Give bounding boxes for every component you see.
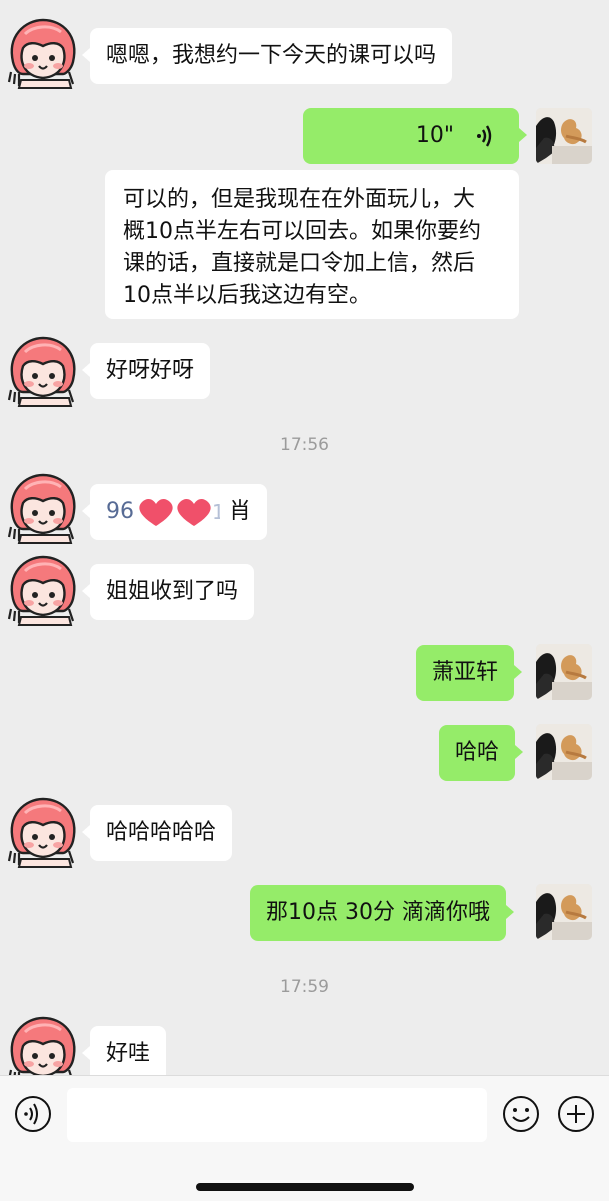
my-avatar[interactable] [536, 644, 592, 700]
message-text: 好呀好呀 [106, 358, 195, 383]
message-bubble-received[interactable]: 姐姐收到了吗 [81, 564, 255, 620]
voice-wave-icon[interactable] [14, 1095, 52, 1133]
phone-number-faint: 1 [212, 500, 220, 524]
plus-icon[interactable] [557, 1095, 595, 1133]
heart-redaction-icon: 1 [139, 498, 220, 526]
message-bubble-sent[interactable]: 那10点 30分 滴滴你哦 [250, 885, 514, 941]
message-line: 课的话，直接就是口令加上信，然后 [123, 251, 476, 276]
chat-area[interactable]: 嗯嗯，我想约一下今天的课可以吗 10" 可以的，但是我现在在外面玩儿，大 概10… [0, 0, 609, 1075]
message-bubble-received[interactable]: 嗯嗯，我想约一下今天的课可以吗 [81, 28, 453, 84]
message-input[interactable] [67, 1088, 487, 1142]
message-bubble-received[interactable]: 哈哈哈哈哈 [81, 805, 233, 861]
contact-avatar[interactable] [5, 471, 81, 547]
home-indicator[interactable] [196, 1183, 414, 1191]
smiley-icon[interactable] [502, 1095, 540, 1133]
message-bubble-received[interactable]: 96 1 肖 [81, 484, 268, 540]
message-line: 10点半以后我这边有空。 [123, 283, 371, 308]
contact-avatar[interactable] [5, 1014, 81, 1075]
message-text: 好哇 [106, 1041, 151, 1066]
message-text: 嗯嗯，我想约一下今天的课可以吗 [106, 43, 437, 68]
my-avatar[interactable] [536, 884, 592, 940]
my-avatar[interactable] [536, 108, 592, 164]
contact-avatar[interactable] [5, 795, 81, 871]
message-line: 可以的，但是我现在在外面玩儿，大 [123, 187, 476, 212]
contact-avatar[interactable] [5, 334, 81, 410]
timestamp: 17:56 [280, 435, 329, 455]
message-text: 萧亚轩 [432, 660, 499, 685]
voice-duration: 10" [415, 123, 454, 148]
voice-message-bubble[interactable]: 10" [303, 108, 527, 164]
voice-wave-icon [477, 125, 492, 147]
contact-avatar[interactable] [5, 16, 81, 92]
input-bar [0, 1075, 609, 1201]
timestamp: 17:59 [280, 977, 329, 997]
message-bubble-sent[interactable]: 哈哈 [439, 725, 524, 781]
message-text: 姐姐收到了吗 [106, 579, 239, 604]
message-bubble-sent[interactable]: 萧亚轩 [416, 645, 523, 701]
message-bubble-received[interactable]: 可以的，但是我现在在外面玩儿，大 概10点半左右可以回去。如果你要约 课的话，直… [105, 170, 519, 319]
message-bubble-received[interactable]: 好哇 [81, 1026, 167, 1075]
contact-avatar[interactable] [5, 553, 81, 629]
message-bubble-received[interactable]: 好呀好呀 [81, 343, 211, 399]
my-avatar[interactable] [536, 724, 592, 780]
message-text: 那10点 30分 滴滴你哦 [266, 900, 490, 925]
message-line: 概10点半左右可以回去。如果你要约 [123, 219, 481, 244]
message-text: 肖 [229, 499, 252, 524]
phone-number-prefix[interactable]: 96 [106, 499, 134, 524]
message-text: 哈哈哈哈哈 [106, 820, 217, 845]
message-text: 哈哈 [455, 740, 500, 765]
